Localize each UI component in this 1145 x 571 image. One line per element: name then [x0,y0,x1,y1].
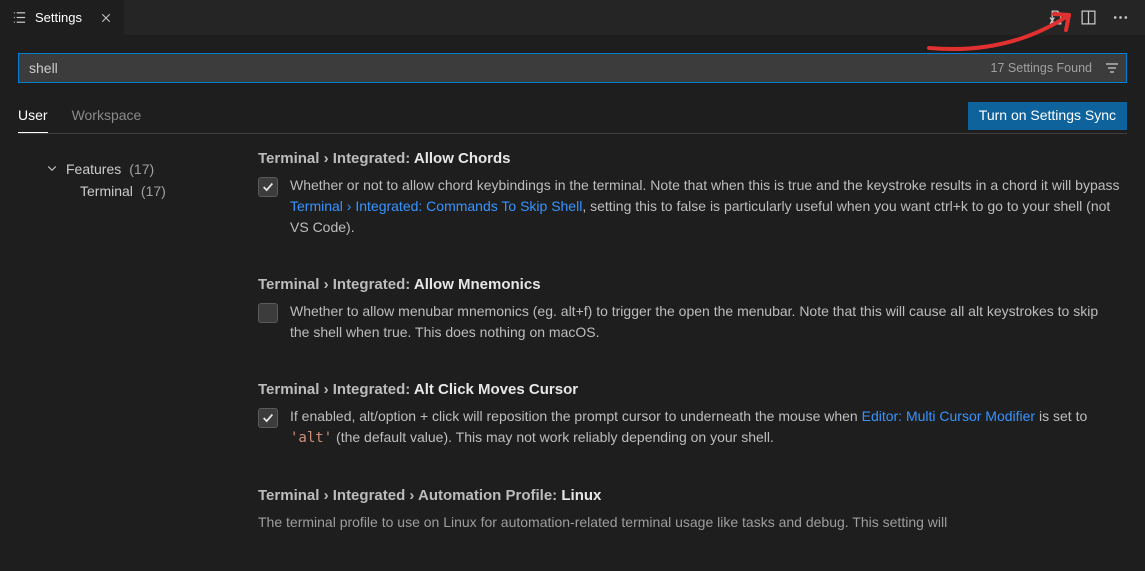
close-icon[interactable] [98,10,114,26]
setting-description: The terminal profile to use on Linux for… [258,512,1121,533]
tree-count: (17) [129,161,154,177]
more-actions-icon[interactable] [1109,7,1131,29]
setting-item: Terminal › Integrated: Alt Click Moves C… [258,381,1121,449]
settings-sync-button[interactable]: Turn on Settings Sync [968,102,1127,130]
split-editor-icon[interactable] [1077,7,1099,29]
filter-icon[interactable] [1098,60,1126,76]
tab-user[interactable]: User [18,99,48,133]
results-count: 17 Settings Found [991,61,1098,75]
tree-count: (17) [141,183,166,199]
setting-title: Terminal › Integrated › Automation Profi… [258,487,1121,504]
checkbox[interactable] [258,303,278,323]
tree-item-features[interactable]: Features (17) [18,158,258,180]
setting-title: Terminal › Integrated: Alt Click Moves C… [258,381,1121,398]
chevron-down-icon [46,161,60,177]
tree-label: Terminal [80,183,133,199]
setting-item: Terminal › Integrated: Allow Chords Whet… [258,150,1121,238]
tree-label: Features [66,161,121,177]
setting-title: Terminal › Integrated: Allow Chords [258,150,1121,167]
setting-link[interactable]: Terminal › Integrated: Commands To Skip … [290,198,582,214]
setting-item: Terminal › Integrated: Allow Mnemonics W… [258,276,1121,343]
search-input[interactable] [19,54,991,82]
tab-title: Settings [35,10,82,25]
settings-search-box[interactable]: 17 Settings Found [18,53,1127,83]
open-json-icon[interactable] [1045,7,1067,29]
setting-description: If enabled, alt/option + click will repo… [290,406,1121,449]
checkbox[interactable] [258,177,278,197]
setting-title: Terminal › Integrated: Allow Mnemonics [258,276,1121,293]
settings-list-icon [12,10,27,25]
setting-link[interactable]: Editor: Multi Cursor Modifier [862,408,1036,424]
setting-description: Whether to allow menubar mnemonics (eg. … [290,301,1121,343]
settings-tab[interactable]: Settings [0,0,124,35]
setting-item: Terminal › Integrated › Automation Profi… [258,487,1121,533]
setting-description: Whether or not to allow chord keybinding… [290,175,1121,238]
checkbox[interactable] [258,408,278,428]
tree-item-terminal[interactable]: Terminal (17) [18,180,258,202]
tab-workspace[interactable]: Workspace [72,99,142,133]
